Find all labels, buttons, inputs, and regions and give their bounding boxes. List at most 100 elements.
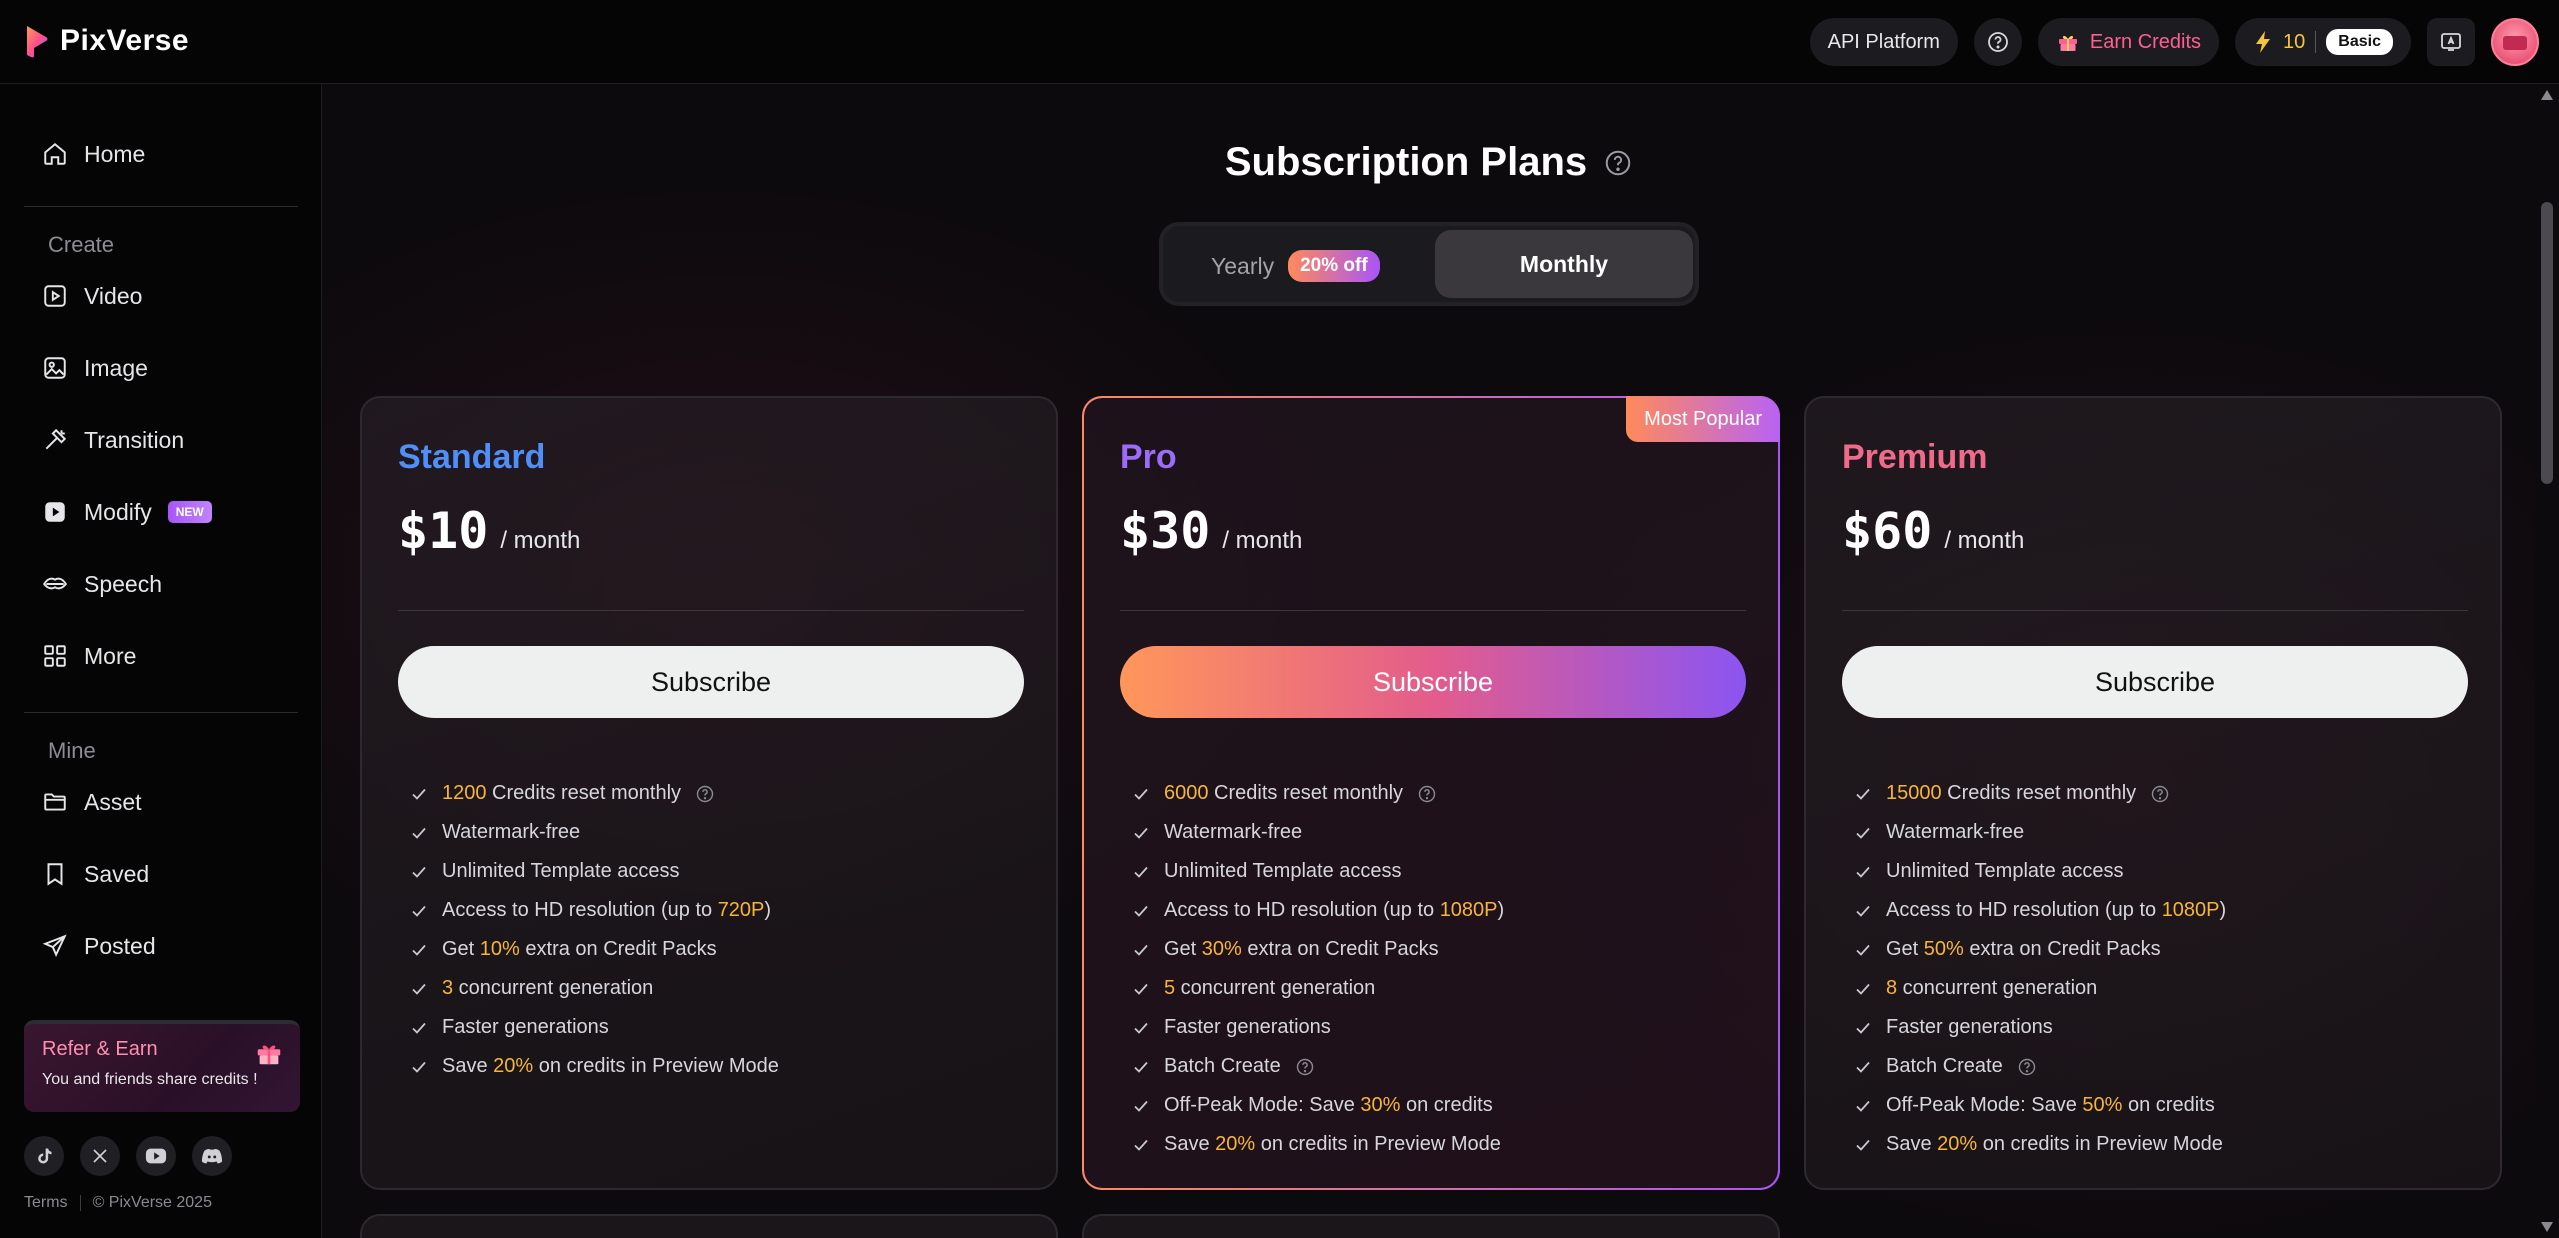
sidebar-item-label: Speech [84,570,163,597]
feature-text-part: on credits in Preview Mode [1977,1133,2223,1155]
feature-item: Off-Peak Mode: Save 50% on credits [1854,1086,2226,1125]
terms-link[interactable]: Terms [24,1194,68,1212]
check-icon [412,866,426,878]
discord-link[interactable] [192,1136,232,1176]
feature-text-part: Off-Peak Mode: Save [1164,1094,1361,1116]
feature-item: Batch Create [1854,1047,2226,1086]
check-icon [1134,944,1148,956]
check-icon [1856,1061,1870,1073]
page-scrollbar[interactable] [2535,84,2559,1238]
feature-highlight: 5 [1164,977,1176,999]
feature-text: Get 50% extra on Credit Packs [1886,938,2161,961]
feature-text-part: Unlimited Template access [1886,860,2124,882]
scroll-thumb[interactable] [2541,202,2553,484]
feature-list: 15000 Credits reset monthly Watermark-fre… [1854,774,2226,1164]
check-icon [1856,1022,1870,1034]
send-icon [42,934,67,958]
feature-item: Save 20% on credits in Preview Mode [1854,1125,2226,1164]
sidebar-item-saved[interactable]: Saved [24,844,304,904]
feature-item: Get 30% extra on Credit Packs [1132,930,1504,969]
feature-text: 5 concurrent generation [1164,977,1375,1000]
feature-highlight: 50% [2082,1094,2123,1116]
sidebar-item-image[interactable]: Image [24,338,304,398]
feature-text-part: Save [1164,1133,1216,1155]
price-period: / month [1222,527,1303,554]
feature-text: Access to HD resolution (up to 1080P) [1886,899,2226,922]
sidebar-item-speech[interactable]: Speech [24,554,304,614]
most-popular-ribbon: Most Popular [1626,396,1780,442]
help-icon[interactable] [2017,1057,2037,1077]
sidebar-divider [24,712,298,713]
feature-text-part: extra on Credit Packs [1241,938,1439,960]
feature-highlight: 3 [442,977,454,999]
scroll-up-arrow[interactable] [2541,90,2553,100]
feature-text-part: ) [2219,899,2227,921]
feature-item: 6000 Credits reset monthly [1132,774,1504,813]
feature-text-part: Access to HD resolution (up to [1886,899,2162,921]
sidebar-item-modify[interactable]: Modify NEW [24,482,304,542]
api-platform-button[interactable]: API Platform [1809,18,1958,66]
tiktok-icon [38,1148,52,1164]
feature-item: Access to HD resolution (up to 720P) [410,891,779,930]
feature-text: 1200 Credits reset monthly [442,782,681,805]
feature-text: 8 concurrent generation [1886,977,2097,1000]
feature-highlight: 1200 [442,782,487,804]
feature-text-part: Watermark-free [1886,821,2025,843]
sidebar-item-posted[interactable]: Posted [24,916,304,976]
avatar[interactable] [2491,18,2539,66]
brand-name: PixVerse [60,24,190,57]
sidebar-item-home[interactable]: Home [24,124,304,184]
check-icon [1856,866,1870,878]
help-icon[interactable] [1603,148,1633,178]
check-icon [412,944,426,956]
help-button[interactable] [1973,18,2022,66]
feature-item: Faster generations [1132,1008,1504,1047]
sidebar: Home Create Video Image Transition Modif… [0,84,322,1238]
folder-icon [44,793,66,811]
youtube-link[interactable] [136,1136,176,1176]
feature-text-part: on credits [1400,1094,1493,1116]
help-icon[interactable] [1295,1057,1315,1077]
feature-highlight: 6000 [1164,782,1209,804]
sidebar-item-asset[interactable]: Asset [24,772,304,832]
check-icon [1856,827,1870,839]
youtube-icon [145,1148,167,1164]
speech-icon [42,577,68,590]
feature-highlight: 720P [717,899,765,921]
toggle-monthly[interactable]: Monthly [1435,230,1693,298]
toggle-yearly[interactable]: Yearly 20% off [1211,250,1380,282]
subscribe-button[interactable]: Subscribe [1120,646,1746,718]
credits-indicator[interactable]: 10 Basic [2235,18,2411,66]
feature-highlight: 20% [1215,1133,1256,1155]
brand-logo[interactable]: PixVerse [24,24,189,58]
refer-earn-card[interactable]: Refer & Earn You and friends share credi… [24,1020,300,1112]
sidebar-item-transition[interactable]: Transition [24,410,304,470]
sidebar-item-video[interactable]: Video [24,266,304,326]
scroll-down-arrow[interactable] [2541,1222,2553,1232]
feature-text-part: concurrent generation [1897,977,2098,999]
grid-icon [44,645,66,667]
tiktok-link[interactable] [24,1136,64,1176]
feature-item: Unlimited Template access [1132,852,1504,891]
feature-text-part: concurrent generation [1175,977,1376,999]
check-icon [1134,1100,1148,1112]
help-icon[interactable] [1417,784,1437,804]
sidebar-item-label: Image [84,354,148,381]
feature-item: Faster generations [1854,1008,2226,1047]
feature-text-part: Get [1886,938,1924,960]
subscribe-button[interactable]: Subscribe [1842,646,2468,718]
feature-text: Save 20% on credits in Preview Mode [1164,1133,1501,1156]
page-header: Subscription Plans [323,140,2535,185]
plan-name: Premium [1842,438,1988,476]
help-icon[interactable] [2150,784,2170,804]
feature-text-part: Credits reset monthly [1208,782,1404,804]
subscribe-button[interactable]: Subscribe [398,646,1024,718]
billing-toggle: Yearly 20% off Monthly [1159,222,1699,306]
x-link[interactable] [80,1136,120,1176]
check-icon [1134,905,1148,917]
help-icon[interactable] [695,784,715,804]
feature-highlight: 1080P [1439,899,1498,921]
download-app-button[interactable] [2427,18,2475,66]
earn-credits-button[interactable]: Earn Credits [2037,18,2220,66]
sidebar-item-more[interactable]: More [24,626,304,686]
